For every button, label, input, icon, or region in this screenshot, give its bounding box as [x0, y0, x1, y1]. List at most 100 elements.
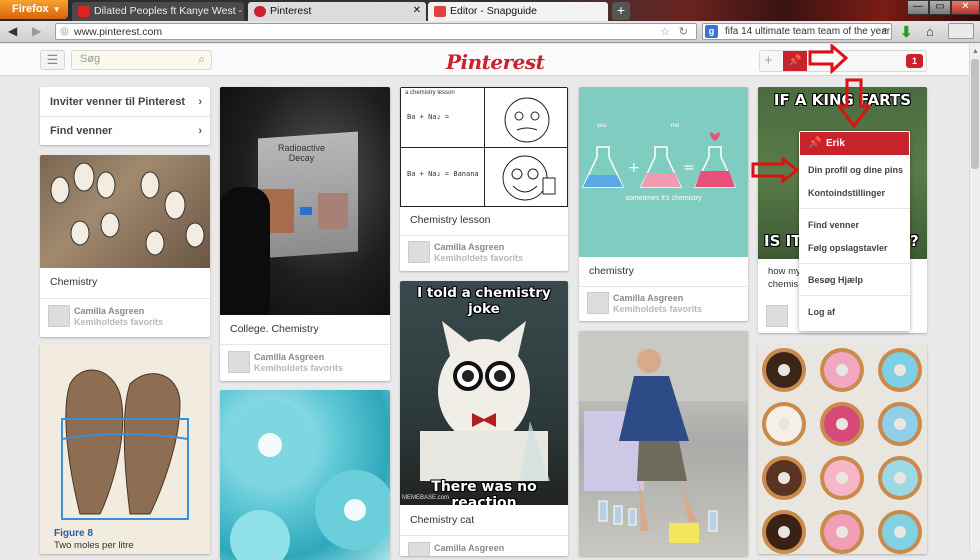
home-icon[interactable]: ⌂ [926, 24, 934, 39]
menu-item-logout[interactable]: Log af [808, 307, 835, 317]
firefox-menu-button[interactable]: Firefox ▼ [0, 0, 68, 19]
notification-badge[interactable]: 1 [906, 54, 923, 68]
pin-card[interactable]: Chemistry Camilla Asgreen Kemiholdets fa… [40, 155, 210, 337]
maximize-button[interactable]: ▭ [929, 0, 951, 15]
invite-friends-link[interactable]: Inviter venner til Pinterest [50, 96, 185, 108]
scroll-up-icon[interactable]: ▲ [972, 48, 979, 55]
divider [220, 344, 390, 345]
pin-image-projector[interactable]: Radioactive Decay [220, 87, 390, 315]
donut-hole [894, 418, 906, 430]
dropdown-header[interactable]: 📌 Erik [800, 132, 909, 155]
divider [579, 286, 748, 287]
svg-text:+: + [628, 160, 640, 176]
menu-item-follow-boards[interactable]: Følg opslagstavler [808, 243, 888, 253]
download-icon[interactable]: ⬇ [900, 23, 913, 41]
page-scrollbar[interactable]: ▲ [969, 44, 980, 551]
chevron-down-icon: ▼ [52, 5, 61, 14]
avatar[interactable] [587, 292, 609, 314]
menu-item-find-friends[interactable]: Find venner [808, 220, 859, 230]
avatar[interactable] [48, 305, 70, 327]
divider [799, 295, 910, 296]
snapguide-icon [434, 6, 446, 17]
comic-panel [485, 88, 567, 148]
divider [40, 116, 210, 117]
pin-image-donuts-blue[interactable] [220, 390, 390, 560]
pin-card[interactable] [579, 331, 748, 556]
globe-icon: ◎ [60, 26, 69, 37]
menu-item-account-settings[interactable]: Kontoindstillinger [808, 188, 885, 198]
board-name[interactable]: Kemiholdets favorits [74, 317, 163, 327]
slide-photo [318, 193, 348, 229]
board-name[interactable]: Kemiholdets favorits [254, 363, 343, 373]
pinner-name[interactable]: Camilla Asgreen [74, 306, 144, 316]
pin-card[interactable]: I told a chemistry joke There was no rea… [400, 281, 568, 556]
donut-hole [778, 364, 790, 376]
url-bar[interactable]: ◎ www.pinterest.com ☆ ↻ [55, 23, 697, 40]
meme-top-text: I told a chemistry joke [417, 285, 551, 317]
pin-card[interactable]: + = you me sometimes it's chemistry chem… [579, 87, 748, 321]
donut-illustration [225, 400, 390, 560]
new-tab-button[interactable]: + [612, 2, 630, 20]
minimize-button[interactable]: — [907, 0, 929, 15]
reload-icon[interactable]: ↻ [679, 25, 688, 38]
donut-hole [778, 418, 790, 430]
avatar[interactable] [408, 241, 430, 263]
board-name[interactable]: Kemiholdets favorits [613, 304, 702, 314]
tab-pinterest[interactable]: Pinterest ✕ [248, 2, 426, 21]
url-text: www.pinterest.com [74, 26, 163, 38]
back-icon[interactable]: ◀ [8, 24, 17, 38]
svg-text:=: = [683, 160, 695, 176]
close-icon[interactable]: ✕ [413, 5, 421, 16]
pinner-name[interactable]: Camilla Asgreen [434, 543, 504, 553]
menu-item-help[interactable]: Besøg Hjælp [808, 275, 863, 285]
tab-title: Pinterest [270, 5, 312, 17]
close-window-button[interactable]: ✕ [951, 0, 980, 15]
pin-icon[interactable]: 📌 [783, 51, 807, 71]
menu-item-profile[interactable]: Din profil og dine pins [808, 165, 903, 175]
addon-button[interactable] [948, 23, 974, 39]
forward-icon[interactable]: ▶ [32, 24, 41, 38]
pinner-name[interactable]: Camilla Asgreen [613, 293, 683, 303]
star-icon[interactable]: ☆ [660, 25, 670, 38]
pin-image-chemistry-cat[interactable]: I told a chemistry joke There was no rea… [400, 281, 568, 505]
pin-card[interactable]: Figure 8 Two moles per litre [40, 344, 210, 554]
pin-card[interactable] [220, 390, 390, 560]
search-icon[interactable]: ⌕ [882, 24, 888, 37]
pin-card[interactable]: a chemistry lesson Ba + Na₂ = Ba + Na₂ =… [400, 87, 568, 271]
menu-icon[interactable]: ☰ [40, 50, 65, 70]
pin-image-beakers[interactable]: + = you me sometimes it's chemistry [579, 87, 748, 257]
pin-card[interactable]: Radioactive Decay College. Chemistry Cam… [220, 87, 390, 381]
board-name[interactable]: Kemiholdets favorits [434, 253, 523, 263]
avatar[interactable] [766, 305, 788, 327]
pin-image-moles[interactable] [40, 344, 210, 554]
pinterest-logo[interactable]: Pinterest [446, 50, 545, 74]
pin-card[interactable] [758, 344, 927, 554]
tab-youtube[interactable]: Dilated Peoples ft Kanye West - Thi... [72, 2, 244, 21]
divider [799, 208, 910, 209]
avatar[interactable] [228, 351, 250, 373]
search-icon[interactable]: ⌕ [198, 52, 205, 67]
pinner-name[interactable]: Camilla Asgreen [254, 352, 324, 362]
scrollbar-thumb[interactable] [971, 59, 979, 169]
donut-hole [836, 418, 848, 430]
find-friends-link[interactable]: Find venner [50, 125, 112, 137]
pin-image-donuts[interactable] [758, 344, 927, 554]
search-bar[interactable]: g fifa 14 ultimate team team of the year… [702, 23, 892, 40]
tab-snapguide[interactable]: Editor - Snapguide [428, 2, 608, 21]
pinterest-icon [254, 6, 266, 17]
meme-bottom-text: There was no reaction [431, 479, 537, 505]
donut-hole [894, 364, 906, 376]
comic-panel: a chemistry lesson Ba + Na₂ = [401, 88, 485, 148]
add-pin-icon[interactable]: + [764, 52, 773, 69]
donut-hole [836, 364, 848, 376]
avatar[interactable] [408, 542, 430, 556]
pinner-name[interactable]: Camilla Asgreen [434, 242, 504, 252]
pinterest-search-input[interactable]: Søg ⌕ [71, 50, 212, 70]
pin-image-lab-photo[interactable] [579, 331, 748, 556]
beaker-label: me [671, 123, 680, 129]
pin-image-comic[interactable]: a chemistry lesson Ba + Na₂ = Ba + Na₂ =… [400, 87, 568, 207]
chevron-right-icon: › [198, 125, 202, 137]
donut-hole [894, 472, 906, 484]
pin-image-nails[interactable] [40, 155, 210, 268]
google-icon[interactable]: g [705, 25, 718, 38]
